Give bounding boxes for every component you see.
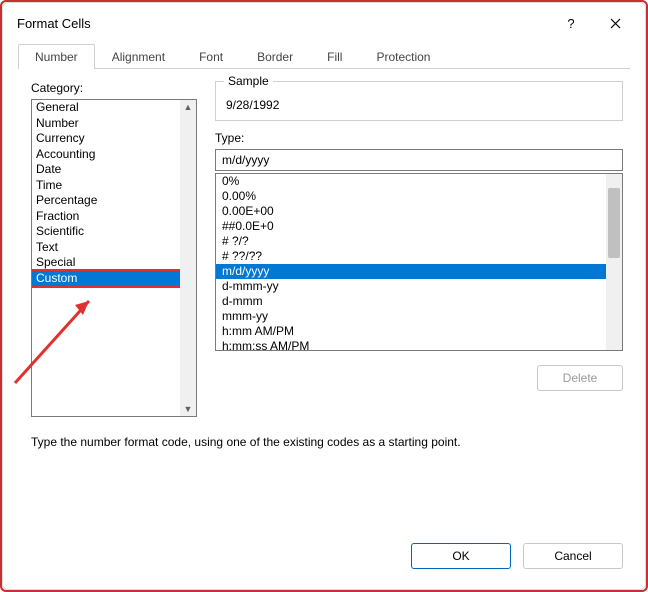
tab-font[interactable]: Font: [182, 44, 240, 69]
category-item[interactable]: Date: [32, 162, 180, 178]
tab-protection[interactable]: Protection: [359, 44, 447, 69]
close-button[interactable]: [593, 8, 637, 38]
type-listbox[interactable]: 0% 0.00% 0.00E+00 ##0.0E+0 # ?/? # ??/??…: [215, 173, 623, 351]
tab-alignment[interactable]: Alignment: [95, 44, 182, 69]
sample-value: 9/28/1992: [226, 98, 612, 112]
listbox-scrollbar[interactable]: ▲ ▼: [180, 100, 196, 416]
type-item[interactable]: 0.00E+00: [216, 204, 606, 219]
titlebar: Format Cells ?: [3, 3, 645, 43]
close-icon: [610, 18, 621, 29]
category-item[interactable]: Special: [32, 255, 180, 271]
type-scrollbar[interactable]: [606, 174, 622, 350]
category-item[interactable]: Fraction: [32, 209, 180, 225]
scroll-up-icon: ▲: [184, 100, 193, 114]
type-item-selected[interactable]: m/d/yyyy: [216, 264, 606, 279]
sample-group: Sample 9/28/1992: [215, 81, 623, 121]
content-area: Category: General Number Currency Accoun…: [3, 69, 645, 417]
type-item[interactable]: 0%: [216, 174, 606, 189]
tab-border[interactable]: Border: [240, 44, 310, 69]
category-item[interactable]: Number: [32, 116, 180, 132]
help-button[interactable]: ?: [549, 8, 593, 38]
sample-legend: Sample: [224, 74, 273, 88]
category-item[interactable]: Accounting: [32, 147, 180, 163]
scroll-down-icon: ▼: [184, 402, 193, 416]
category-item[interactable]: Percentage: [32, 193, 180, 209]
type-item[interactable]: h:mm AM/PM: [216, 324, 606, 339]
help-icon: ?: [567, 16, 574, 31]
type-item[interactable]: d-mmm: [216, 294, 606, 309]
ok-button[interactable]: OK: [411, 543, 511, 569]
dialog-footer: OK Cancel: [411, 543, 623, 569]
cancel-button[interactable]: Cancel: [523, 543, 623, 569]
type-item[interactable]: h:mm:ss AM/PM: [216, 339, 606, 351]
right-column: Sample 9/28/1992 Type: 0% 0.00% 0.00E+00…: [215, 81, 623, 417]
type-label: Type:: [215, 131, 623, 145]
tab-bar: Number Alignment Font Border Fill Protec…: [18, 43, 630, 69]
scrollbar-thumb[interactable]: [608, 188, 620, 258]
type-item[interactable]: # ??/??: [216, 249, 606, 264]
category-item[interactable]: Time: [32, 178, 180, 194]
type-input[interactable]: [215, 149, 623, 171]
category-item-custom[interactable]: Custom: [32, 271, 180, 287]
type-item[interactable]: d-mmm-yy: [216, 279, 606, 294]
tab-number[interactable]: Number: [18, 44, 95, 69]
type-item[interactable]: # ?/?: [216, 234, 606, 249]
type-item[interactable]: 0.00%: [216, 189, 606, 204]
tab-fill[interactable]: Fill: [310, 44, 359, 69]
category-item[interactable]: Currency: [32, 131, 180, 147]
hint-text: Type the number format code, using one o…: [31, 435, 617, 449]
left-column: Category: General Number Currency Accoun…: [31, 81, 197, 417]
type-item[interactable]: mmm-yy: [216, 309, 606, 324]
window-title: Format Cells: [17, 16, 549, 31]
category-item[interactable]: Scientific: [32, 224, 180, 240]
dialog-window: Format Cells ? Number Alignment Font Bor…: [2, 2, 646, 590]
type-item[interactable]: ##0.0E+0: [216, 219, 606, 234]
category-item[interactable]: General: [32, 100, 180, 116]
category-item[interactable]: Text: [32, 240, 180, 256]
category-listbox[interactable]: General Number Currency Accounting Date …: [31, 99, 197, 417]
category-label: Category:: [31, 81, 197, 95]
delete-button[interactable]: Delete: [537, 365, 623, 391]
